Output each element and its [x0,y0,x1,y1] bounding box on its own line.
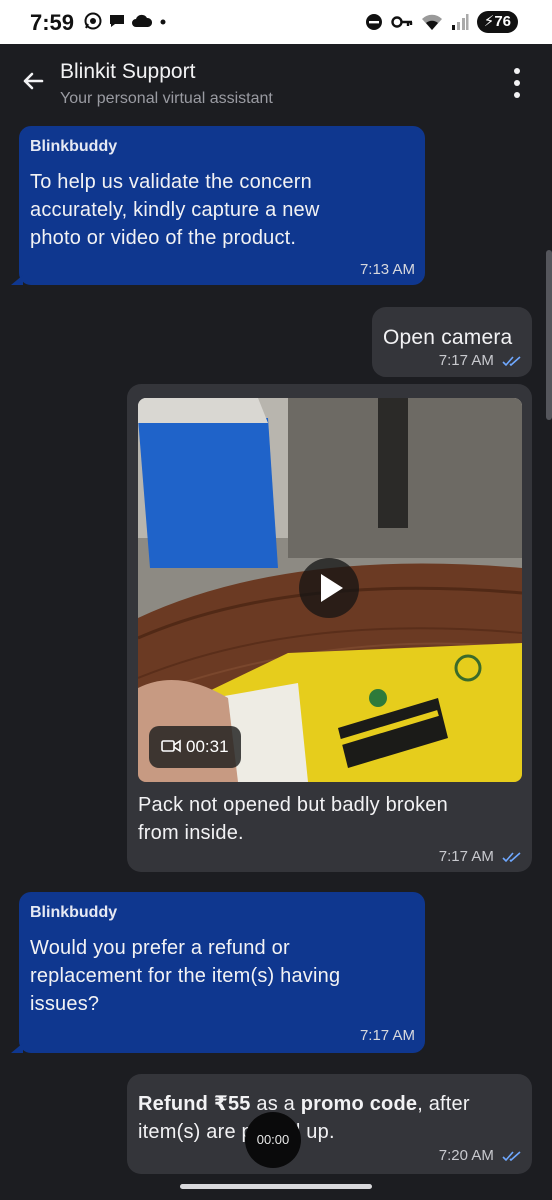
play-button[interactable] [299,558,359,618]
screen-recording-timer[interactable]: 00:00 [245,1112,301,1168]
more-vert-icon[interactable] [512,68,522,98]
message-time: 7:17 AM [359,1027,415,1044]
chat-header: Blinkit Support Your personal virtual as… [0,44,552,122]
video-duration-chip: 00:31 [149,726,241,768]
status-time: 7:59 [30,10,75,35]
battery-badge: ⚡76 [476,11,518,33]
user-message: Open camera 7:17 AM [372,307,532,377]
whatsapp-icon [84,12,102,30]
message-time: 7:17 AM [439,352,522,369]
message-time: 7:17 AM [439,848,522,865]
video-thumbnail[interactable]: 00:31 [138,398,522,782]
chat-title: Blinkit Support [60,60,196,83]
scrollbar-thumb[interactable] [546,250,552,420]
message-text: Would you prefer a refund or replacement… [30,937,341,1015]
video-duration: 00:31 [186,737,229,756]
sender-name: Blinkbuddy [30,904,118,921]
message-text: Refund ₹55 as a promo code, after item(s… [138,1093,470,1143]
user-message: Refund ₹55 as a promo code, after item(s… [127,1074,532,1174]
dot-icon [160,19,166,25]
back-arrow-icon[interactable] [18,66,48,96]
chat-icon [110,15,124,27]
user-video-message: 00:31 Pack not opened but badly broken f… [127,384,532,872]
bot-message: Blinkbuddy To help us validate the conce… [11,126,425,285]
message-text: Pack not opened but badly broken from in… [138,794,448,844]
message-text: To help us validate the concern accurate… [30,171,320,249]
double-tick-icon [502,1151,521,1162]
battery-level: 76 [494,13,511,30]
screen: 7:59 ⚡76 Blinkit Support Your personal v… [0,0,552,1200]
bot-message: Blinkbuddy Would you prefer a refund or … [11,892,425,1053]
key-icon [391,16,412,28]
status-bar: 7:59 ⚡76 [0,0,552,44]
message-time: 7:20 AM [439,1147,522,1164]
wifi-icon [421,14,442,30]
message-text: Open camera [383,326,513,349]
chat-subtitle: Your personal virtual assistant [60,90,273,107]
video-camera-icon [161,739,181,753]
play-icon [321,574,343,602]
sender-name: Blinkbuddy [30,138,118,155]
signal-icon [451,14,469,30]
cloud-icon [132,14,152,27]
message-time: 7:13 AM [359,261,415,278]
gesture-nav-handle[interactable] [180,1184,372,1189]
double-tick-icon [502,852,521,863]
double-tick-icon [502,356,521,367]
dnd-icon [365,14,382,30]
